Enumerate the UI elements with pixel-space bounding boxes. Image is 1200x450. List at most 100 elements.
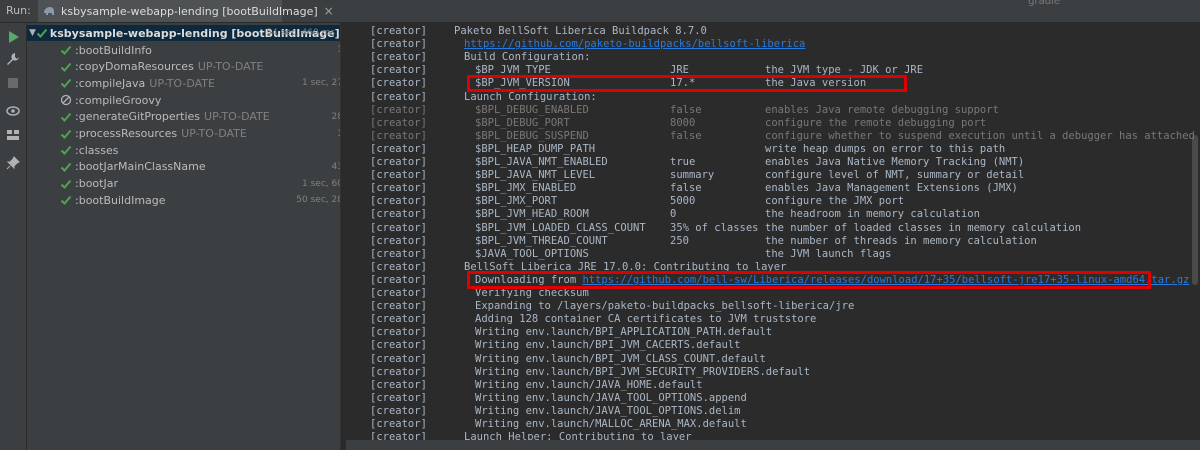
tree-task-row[interactable]: :copyDomaResourcesUP-TO-DATE8 ms: [27, 59, 340, 75]
console-line: [creator] Writing env.launch/MALLOC_ARENA…: [370, 418, 1190, 431]
tree-task-row[interactable]: :bootBuildInfo12 ms: [27, 42, 340, 58]
tree-task-row[interactable]: :bootJarMainClassName 435 ms: [27, 159, 340, 175]
task-up-to-date: UP-TO-DATE: [149, 76, 215, 90]
console-prefix: [creator]: [370, 156, 427, 168]
console-line: [creator] $BPL_DEBUG_PORT 8000 configure th…: [370, 117, 1190, 130]
console-prefix: [creator]: [370, 404, 427, 417]
console-text: $BPL_JAVA_NMT_LEVEL: [475, 169, 595, 182]
console-prefix: [creator]: [370, 103, 427, 116]
console-text: Adding 128 container CA certificates to …: [475, 313, 816, 326]
config-value: summary: [670, 169, 715, 182]
tree-task-row[interactable]: :generateGitPropertiesUP-TO-DATE 287 ms: [27, 109, 340, 125]
console-text-main: Paketo BellSoft Liberica Buildpack 8.7.0: [454, 25, 707, 37]
console-line: [creator] $BPL_JMX_PORT 5000 configure the …: [370, 195, 1190, 208]
console-prefix: [creator]: [370, 221, 427, 234]
console-prefix: [creator]: [370, 129, 427, 142]
task-name: :compileJava: [75, 76, 146, 90]
console-prefix: [creator]: [370, 273, 427, 286]
tree-task-row[interactable]: :compileJavaUP-TO-DATE 1 sec, 271 ms: [27, 75, 340, 91]
console-prefix: [creator]: [370, 64, 427, 77]
console-text-main: Writing env.launch/JAVA_TOOL_OPTIONS.app…: [475, 391, 747, 404]
console-prefix: [creator]: [370, 365, 427, 378]
skipped-icon: [59, 93, 73, 107]
tree-task-row[interactable]: :processResourcesUP-TO-DATE11 ms: [27, 126, 340, 142]
console-line: [creator] $BPL_JVM_HEAD_ROOM 0 the headroom…: [370, 208, 1190, 221]
rerun-icon[interactable]: [5, 29, 21, 45]
console-text: $BPL_JMX_ENABLED: [475, 182, 576, 195]
config-description: write heap dumps on error to this path: [765, 142, 1006, 155]
console-prefix: [creator]: [370, 260, 427, 273]
chevron-down-icon[interactable]: ▼: [29, 28, 36, 38]
console-link[interactable]: https://github.com/paketo-buildpacks/bel…: [464, 38, 805, 50]
task-name: :bootBuildInfo: [75, 43, 152, 57]
tree-task-row[interactable]: :classes: [27, 142, 340, 158]
layout-icon[interactable]: [5, 127, 21, 143]
config-description: configure the remote debugging port: [765, 116, 987, 129]
console-text: Writing env.launch/BPI_APPLICATION_PATH.…: [475, 326, 772, 339]
console-text-main: Writing env.launch/BPI_JVM_SECURITY_PROV…: [475, 365, 811, 378]
console-scrollbar[interactable]: [1192, 135, 1198, 285]
console-text: Launch Configuration:: [464, 91, 597, 104]
tree-task-row[interactable]: :compileGroovy: [27, 92, 340, 108]
toolwindow-hint: gradle: [1028, 0, 1060, 7]
close-icon[interactable]: ×: [324, 4, 334, 18]
console-line: [creator] Writing env.launch/JAVA_HOME.de…: [370, 379, 1190, 392]
config-value: 8000: [670, 116, 696, 129]
console-text-main: Writing env.launch/BPI_APPLICATION_PATH.…: [475, 326, 773, 339]
console-line: [creator] $BPL_JAVA_NMT_ENABLED true enable…: [370, 156, 1190, 169]
tree-root-row[interactable]: ▼ ksbysample-webapp-lending [bootBuildIma…: [27, 25, 340, 41]
console-prefix: [creator]: [370, 418, 427, 430]
console-text: Verifying checksum: [475, 287, 589, 300]
console-text: $JAVA_TOOL_OPTIONS: [475, 248, 589, 261]
console-line: [creator] $BPL_JAVA_NMT_LEVEL summary confi…: [370, 169, 1190, 182]
console-line: [creator] Writing env.launch/JAVA_TOOL_OP…: [370, 405, 1190, 418]
task-name: :copyDomaResources: [75, 60, 194, 74]
console-line: [creator] Paketo BellSoft Liberica Buildp…: [370, 25, 1190, 38]
console-text-main: $BPL_DEBUG_ENABLED: [475, 103, 589, 116]
console-line: [creator] Writing env.launch/BPI_APPLICAT…: [370, 326, 1190, 339]
tab-title: ksbysample-webapp-lending [bootBuildImag…: [61, 4, 318, 18]
config-value: false: [670, 129, 702, 142]
run-side-toolbar: [0, 23, 26, 450]
console-prefix: [creator]: [370, 25, 427, 37]
console-text-main: $BPL_DEBUG_SUSPEND: [475, 129, 589, 142]
wrench-icon[interactable]: [5, 51, 21, 67]
console-line: [creator] Build Configuration:: [370, 51, 1190, 64]
console-prefix: [creator]: [370, 326, 427, 339]
task-name: :generateGitProperties: [75, 110, 201, 124]
config-description: enables Java Native Memory Tracking (NMT…: [765, 156, 1025, 168]
pin-icon[interactable]: [5, 155, 21, 171]
console-bottom-bar: [346, 440, 1200, 450]
console-prefix: [creator]: [370, 300, 427, 313]
console-prefix: [creator]: [370, 247, 427, 260]
config-value: 35% of classes: [670, 221, 759, 234]
console-text: Writing env.launch/JAVA_HOME.default: [475, 379, 703, 392]
console-text-main: Build Configuration:: [464, 51, 591, 64]
console-text: $BPL_DEBUG_PORT: [475, 117, 570, 130]
console-text-main: $BPL_JAVA_NMT_ENABLED: [475, 156, 608, 168]
run-label: Run:: [6, 4, 31, 17]
console-prefix: [creator]: [370, 169, 427, 182]
tree-task-row[interactable]: :bootJar 1 sec, 609 ms: [27, 176, 340, 192]
eye-icon[interactable]: [5, 103, 21, 119]
tree-task-row[interactable]: :bootBuildImage 50 sec, 280 ms: [27, 192, 340, 208]
success-check-icon: [59, 43, 73, 57]
task-name: :classes: [75, 143, 119, 157]
task-time: 1 sec, 271 ms: [302, 78, 340, 89]
console-text-main: Adding 128 container CA certificates to …: [475, 313, 817, 326]
success-check-icon: [59, 193, 73, 207]
console-prefix: [creator]: [370, 51, 427, 64]
stop-icon[interactable]: [5, 75, 21, 91]
run-tab[interactable]: ksbysample-webapp-lending [bootBuildImag…: [38, 0, 334, 22]
task-up-to-date: UP-TO-DATE: [204, 110, 270, 124]
download-url-highlight: [467, 270, 1151, 289]
config-value: false: [670, 103, 702, 116]
task-name: :bootBuildImage: [75, 193, 166, 207]
success-check-icon: [59, 177, 73, 191]
config-value: 0: [670, 208, 677, 221]
console-text: Writing env.launch/MALLOC_ARENA_MAX.defa…: [475, 418, 747, 431]
console-text-main: $JAVA_TOOL_OPTIONS: [475, 247, 589, 260]
console-text: Writing env.launch/BPI_JVM_CLASS_COUNT.d…: [475, 353, 766, 366]
console-text-main: $BPL_JMX_ENABLED: [475, 182, 577, 195]
config-value: true: [670, 156, 696, 168]
